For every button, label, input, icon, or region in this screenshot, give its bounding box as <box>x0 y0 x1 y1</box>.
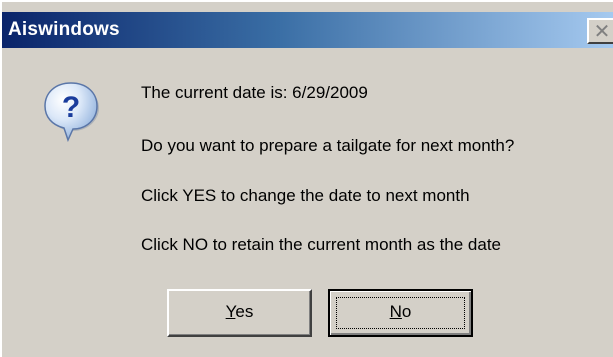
yes-button-label: Yes <box>225 302 254 321</box>
window-title: Aiswindows <box>8 19 120 40</box>
close-button[interactable]: ✕ <box>587 18 613 44</box>
yes-button[interactable]: Yes <box>167 289 312 337</box>
message-current-date: The current date is: 6/29/2009 <box>141 83 368 102</box>
message-no-hint: Click NO to retain the current month as … <box>141 235 502 254</box>
close-icon: ✕ <box>593 19 611 43</box>
question-icon: ? <box>44 82 99 142</box>
message-dialog: Aiswindows ✕ ? The current date is: 6/29… <box>0 0 613 357</box>
question-mark-glyph: ? <box>62 91 80 124</box>
no-button[interactable]: No <box>328 289 473 337</box>
title-bar[interactable]: Aiswindows ✕ <box>2 12 613 48</box>
no-button-label: No <box>389 302 412 321</box>
message-yes-hint: Click YES to change the date to next mon… <box>141 186 470 205</box>
message-question: Do you want to prepare a tailgate for ne… <box>141 136 515 155</box>
